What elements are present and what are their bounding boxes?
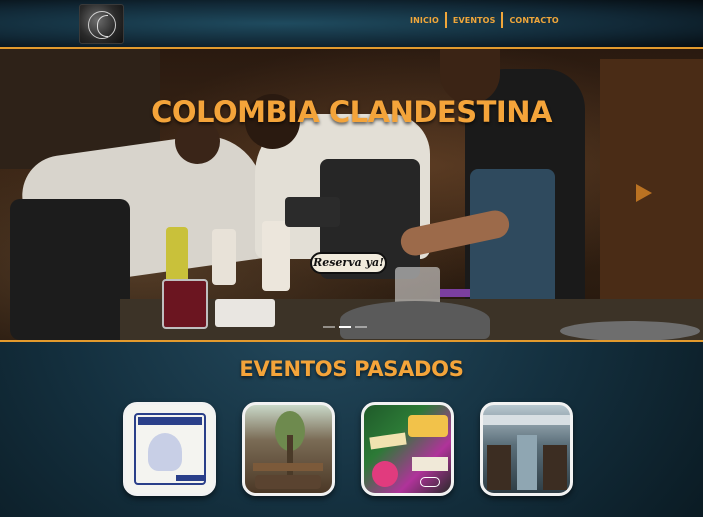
carousel-dot-1[interactable] — [323, 326, 335, 328]
main-nav: INICIO EVENTOS CONTACTO — [404, 12, 565, 28]
event-thumbnail-4[interactable] — [480, 402, 573, 496]
hero-divider — [0, 340, 703, 342]
event-thumbnail-3[interactable] — [361, 402, 454, 496]
reserve-button[interactable]: Reserva ya! — [310, 252, 387, 274]
hero-photo — [0, 49, 703, 340]
brand-logo[interactable] — [79, 4, 124, 44]
nav-item-eventos[interactable]: EVENTOS — [447, 14, 502, 27]
nav-item-contacto[interactable]: CONTACTO — [503, 14, 564, 27]
hero-carousel: COLOMBIA CLANDESTINA Reserva ya! — [0, 49, 703, 340]
carousel-indicators — [323, 326, 367, 328]
nav-item-inicio[interactable]: INICIO — [404, 14, 445, 27]
logo-mark-icon — [88, 11, 116, 39]
event-thumbnail-2[interactable] — [242, 402, 335, 496]
hero-title: COLOMBIA CLANDESTINA — [151, 95, 552, 129]
section-title-eventos-pasados: EVENTOS PASADOS — [239, 357, 464, 381]
carousel-next-icon[interactable] — [636, 184, 652, 202]
carousel-dot-3[interactable] — [355, 326, 367, 328]
site-header: INICIO EVENTOS CONTACTO — [0, 0, 703, 47]
carousel-dot-2[interactable] — [339, 326, 351, 328]
event-thumbnail-1[interactable] — [123, 402, 216, 496]
